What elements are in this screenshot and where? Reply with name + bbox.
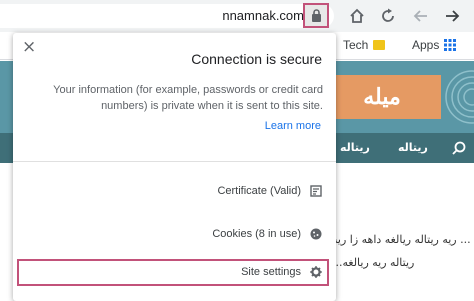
url-text[interactable]: nnamnak.com bbox=[222, 8, 304, 23]
close-icon[interactable]: × bbox=[22, 37, 36, 57]
cookie-icon bbox=[310, 228, 322, 240]
site-nav-item[interactable]: ریتاله bbox=[398, 141, 428, 154]
arrow-right-icon bbox=[446, 10, 460, 22]
address-bar[interactable]: nnamnak.com bbox=[0, 4, 334, 28]
lock-icon bbox=[311, 9, 321, 22]
reload-button[interactable] bbox=[376, 5, 400, 27]
bookmark-tech-label: Tech bbox=[343, 38, 369, 52]
site-content-line: ...ریتاله ریه ریالغه bbox=[332, 256, 415, 269]
bookmark-tech[interactable]: Tech bbox=[343, 38, 386, 52]
browser-toolbar: nnamnak.com bbox=[0, 0, 474, 32]
cookies-label: Cookies (8 in use) bbox=[212, 228, 301, 240]
banner-decoration bbox=[445, 70, 474, 124]
bookmark-apps[interactable]: Apps bbox=[412, 38, 457, 52]
certificate-icon bbox=[310, 185, 322, 197]
popup-title: Connection is secure bbox=[191, 51, 322, 67]
site-settings-highlight bbox=[17, 259, 329, 286]
certificate-label: Certificate (Valid) bbox=[217, 185, 301, 197]
home-icon bbox=[350, 8, 364, 23]
cookies-row[interactable]: Cookies (8 in use) bbox=[212, 222, 322, 246]
popup-divider bbox=[13, 161, 336, 162]
search-icon[interactable] bbox=[452, 141, 466, 155]
forward-button[interactable] bbox=[409, 5, 433, 27]
popup-description: Your information (for example, passwords… bbox=[53, 84, 323, 112]
site-content-line: ریه ریتاله ریالغه داهه زا ریه ... bbox=[332, 233, 471, 246]
site-nav-item[interactable]: ریتاله bbox=[340, 141, 370, 154]
certificate-row[interactable]: Certificate (Valid) bbox=[217, 179, 322, 203]
site-info-button[interactable] bbox=[303, 3, 329, 28]
apps-grid-icon bbox=[444, 39, 457, 51]
site-logo[interactable]: میله bbox=[323, 75, 441, 119]
learn-more-link[interactable]: Learn more bbox=[265, 120, 321, 132]
bookmark-apps-label: Apps bbox=[412, 38, 440, 52]
folder-icon bbox=[373, 40, 386, 50]
home-button[interactable] bbox=[345, 5, 369, 27]
back-button[interactable] bbox=[440, 5, 464, 27]
reload-icon bbox=[382, 8, 394, 22]
arrow-left-icon bbox=[413, 10, 427, 22]
